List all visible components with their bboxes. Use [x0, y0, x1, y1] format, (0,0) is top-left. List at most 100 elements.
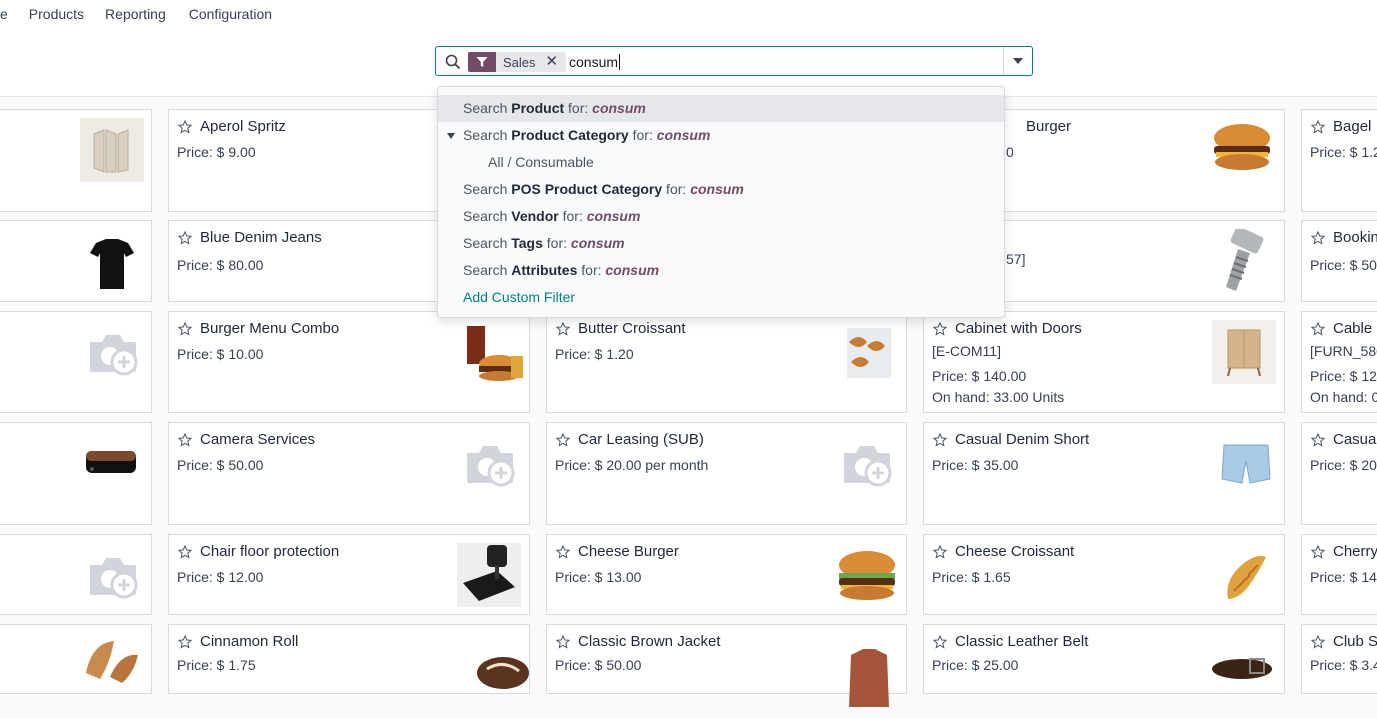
- product-name: Casual Denim Short: [955, 431, 1090, 448]
- expand-caret-icon[interactable]: [447, 133, 455, 139]
- product-card[interactable]: Classic Leather Belt Price: $ 25.00: [923, 624, 1285, 694]
- star-icon[interactable]: [933, 322, 947, 336]
- star-icon[interactable]: [1311, 120, 1325, 134]
- search-bar[interactable]: Sales ✕ consum: [435, 46, 1033, 76]
- product-image: [1214, 226, 1278, 293]
- product-price: Price: $ 1.25: [1310, 144, 1377, 160]
- autocomplete-item-product-category[interactable]: Search Product Category for: consum: [438, 122, 1004, 149]
- product-price: Price: $ 20.00 per month: [555, 457, 709, 473]
- product-card[interactable]: Bagel Price: $ 1.25: [1301, 109, 1377, 212]
- product-card[interactable]: Cinnamon Roll Price: $ 1.75: [168, 624, 530, 694]
- product-card[interactable]: [0, 220, 152, 302]
- star-icon[interactable]: [1311, 545, 1325, 559]
- star-icon[interactable]: [178, 120, 192, 134]
- chevron-down-icon: [1013, 58, 1023, 64]
- product-card[interactable]: Burger Menu Combo Price: $ 10.00: [168, 311, 530, 413]
- star-icon[interactable]: [178, 545, 192, 559]
- product-card[interactable]: Casual Price: $ 20.0: [1301, 422, 1377, 525]
- menu-item-products[interactable]: Products: [29, 6, 84, 22]
- autocomplete-item-pos-category[interactable]: Search POS Product Category for: consum: [438, 176, 1004, 203]
- add-custom-filter-link[interactable]: Add Custom Filter: [438, 284, 1004, 311]
- product-card[interactable]: [0, 534, 152, 615]
- search-input[interactable]: consum: [569, 54, 621, 70]
- product-card[interactable]: Butter Croissant Price: $ 1.20: [546, 311, 907, 413]
- product-price: Price: $ 80.00: [177, 257, 264, 273]
- product-card[interactable]: Casual Denim Short Price: $ 35.00: [923, 422, 1285, 525]
- search-facet: Sales ✕: [468, 52, 567, 72]
- star-icon[interactable]: [933, 433, 947, 447]
- product-price: Price: $ 20.0: [1310, 457, 1377, 473]
- product-image: [461, 320, 525, 384]
- product-card[interactable]: Car Leasing (SUB) Price: $ 20.00 per mon…: [546, 422, 907, 525]
- autocomplete-item-vendor[interactable]: Search Vendor for: consum: [438, 203, 1004, 230]
- menu-item-configuration[interactable]: Configuration: [189, 6, 272, 22]
- star-icon[interactable]: [178, 433, 192, 447]
- close-icon[interactable]: ✕: [546, 52, 567, 72]
- star-icon[interactable]: [178, 322, 192, 336]
- search-options-toggle[interactable]: [1003, 47, 1032, 75]
- autocomplete-item-tags[interactable]: Search Tags for: consum: [438, 230, 1004, 257]
- product-price: Price: $ 35.00: [932, 457, 1019, 473]
- menu-item-partial[interactable]: e: [0, 6, 8, 22]
- product-price: Price: $ 13.00: [555, 569, 642, 585]
- product-name: Bagel: [1333, 118, 1372, 135]
- top-navbar: e Products Reporting Configuration: [0, 0, 1377, 32]
- product-name: Classic Brown Jacket: [578, 633, 721, 650]
- product-image: [1212, 320, 1276, 384]
- star-icon[interactable]: [1311, 433, 1325, 447]
- product-card[interactable]: [0, 109, 152, 212]
- menu-item-reporting[interactable]: Reporting: [105, 6, 166, 22]
- product-name: Aperol Spritz: [200, 118, 286, 135]
- product-price: Price: $ 1.65: [932, 569, 1011, 585]
- product-price: Price: $ 10.00: [177, 346, 264, 362]
- product-card[interactable]: [0, 624, 152, 694]
- product-name: Classic Leather Belt: [955, 633, 1089, 650]
- star-icon[interactable]: [556, 545, 570, 559]
- product-card[interactable]: Cabinet with Doors [E-COM11] Price: $ 14…: [923, 311, 1285, 413]
- product-name: Cheese Burger: [578, 543, 679, 560]
- product-card[interactable]: Club S Price: $ 3.40: [1301, 624, 1377, 694]
- star-icon[interactable]: [933, 545, 947, 559]
- product-image: [837, 647, 901, 711]
- product-name: Cable I: [1333, 320, 1377, 337]
- product-name: Blue Denim Jeans: [200, 229, 322, 246]
- star-icon[interactable]: [1311, 635, 1325, 649]
- autocomplete-item-product[interactable]: Search Product for: consum: [438, 95, 1004, 122]
- star-icon[interactable]: [556, 322, 570, 336]
- star-icon[interactable]: [556, 433, 570, 447]
- product-reference: [FURN_580: [1310, 343, 1377, 359]
- star-icon[interactable]: [556, 635, 570, 649]
- product-card[interactable]: Camera Services Price: $ 50.00: [168, 422, 530, 525]
- autocomplete-item-attributes[interactable]: Search Attributes for: consum: [438, 257, 1004, 284]
- product-card[interactable]: Cable I [FURN_580 Price: $ 120 On hand: …: [1301, 311, 1377, 413]
- star-icon[interactable]: [1311, 231, 1325, 245]
- product-price: Price: $ 14.0: [1310, 569, 1377, 585]
- star-icon[interactable]: [1311, 322, 1325, 336]
- product-card[interactable]: [0, 422, 152, 525]
- product-card[interactable]: Cheese Burger Price: $ 13.00: [546, 534, 907, 615]
- product-name: Car Leasing (SUB): [578, 431, 704, 448]
- product-name: Chair floor protection: [200, 543, 340, 560]
- product-card[interactable]: Cherry Price: $ 14.0: [1301, 534, 1377, 615]
- product-card[interactable]: Cheese Croissant Price: $ 1.65: [923, 534, 1285, 615]
- product-card[interactable]: Chair floor protection Price: $ 12.00: [168, 534, 530, 615]
- product-reference: 57]: [1006, 251, 1026, 267]
- product-name: Burger: [1026, 118, 1072, 135]
- product-image: [467, 649, 531, 713]
- product-image: [837, 322, 901, 386]
- product-card[interactable]: Bookin Price: $ 50.0: [1301, 220, 1377, 302]
- star-icon[interactable]: [933, 635, 947, 649]
- product-reference: [E-COM11]: [932, 343, 1001, 359]
- product-name: Cinnamon Roll: [200, 633, 299, 650]
- product-price: Price: $ 140.00: [932, 368, 1027, 384]
- product-image: [80, 633, 144, 697]
- star-icon[interactable]: [178, 231, 192, 245]
- product-card[interactable]: Classic Brown Jacket Price: $ 50.00: [546, 624, 907, 707]
- product-image: [1210, 116, 1274, 180]
- product-image: [80, 231, 144, 295]
- product-name: Casual: [1333, 431, 1377, 448]
- star-icon[interactable]: [178, 635, 192, 649]
- product-name: Cheese Croissant: [955, 543, 1075, 560]
- product-card[interactable]: [0, 311, 152, 413]
- autocomplete-subitem-consumable[interactable]: All / Consumable: [438, 149, 1004, 176]
